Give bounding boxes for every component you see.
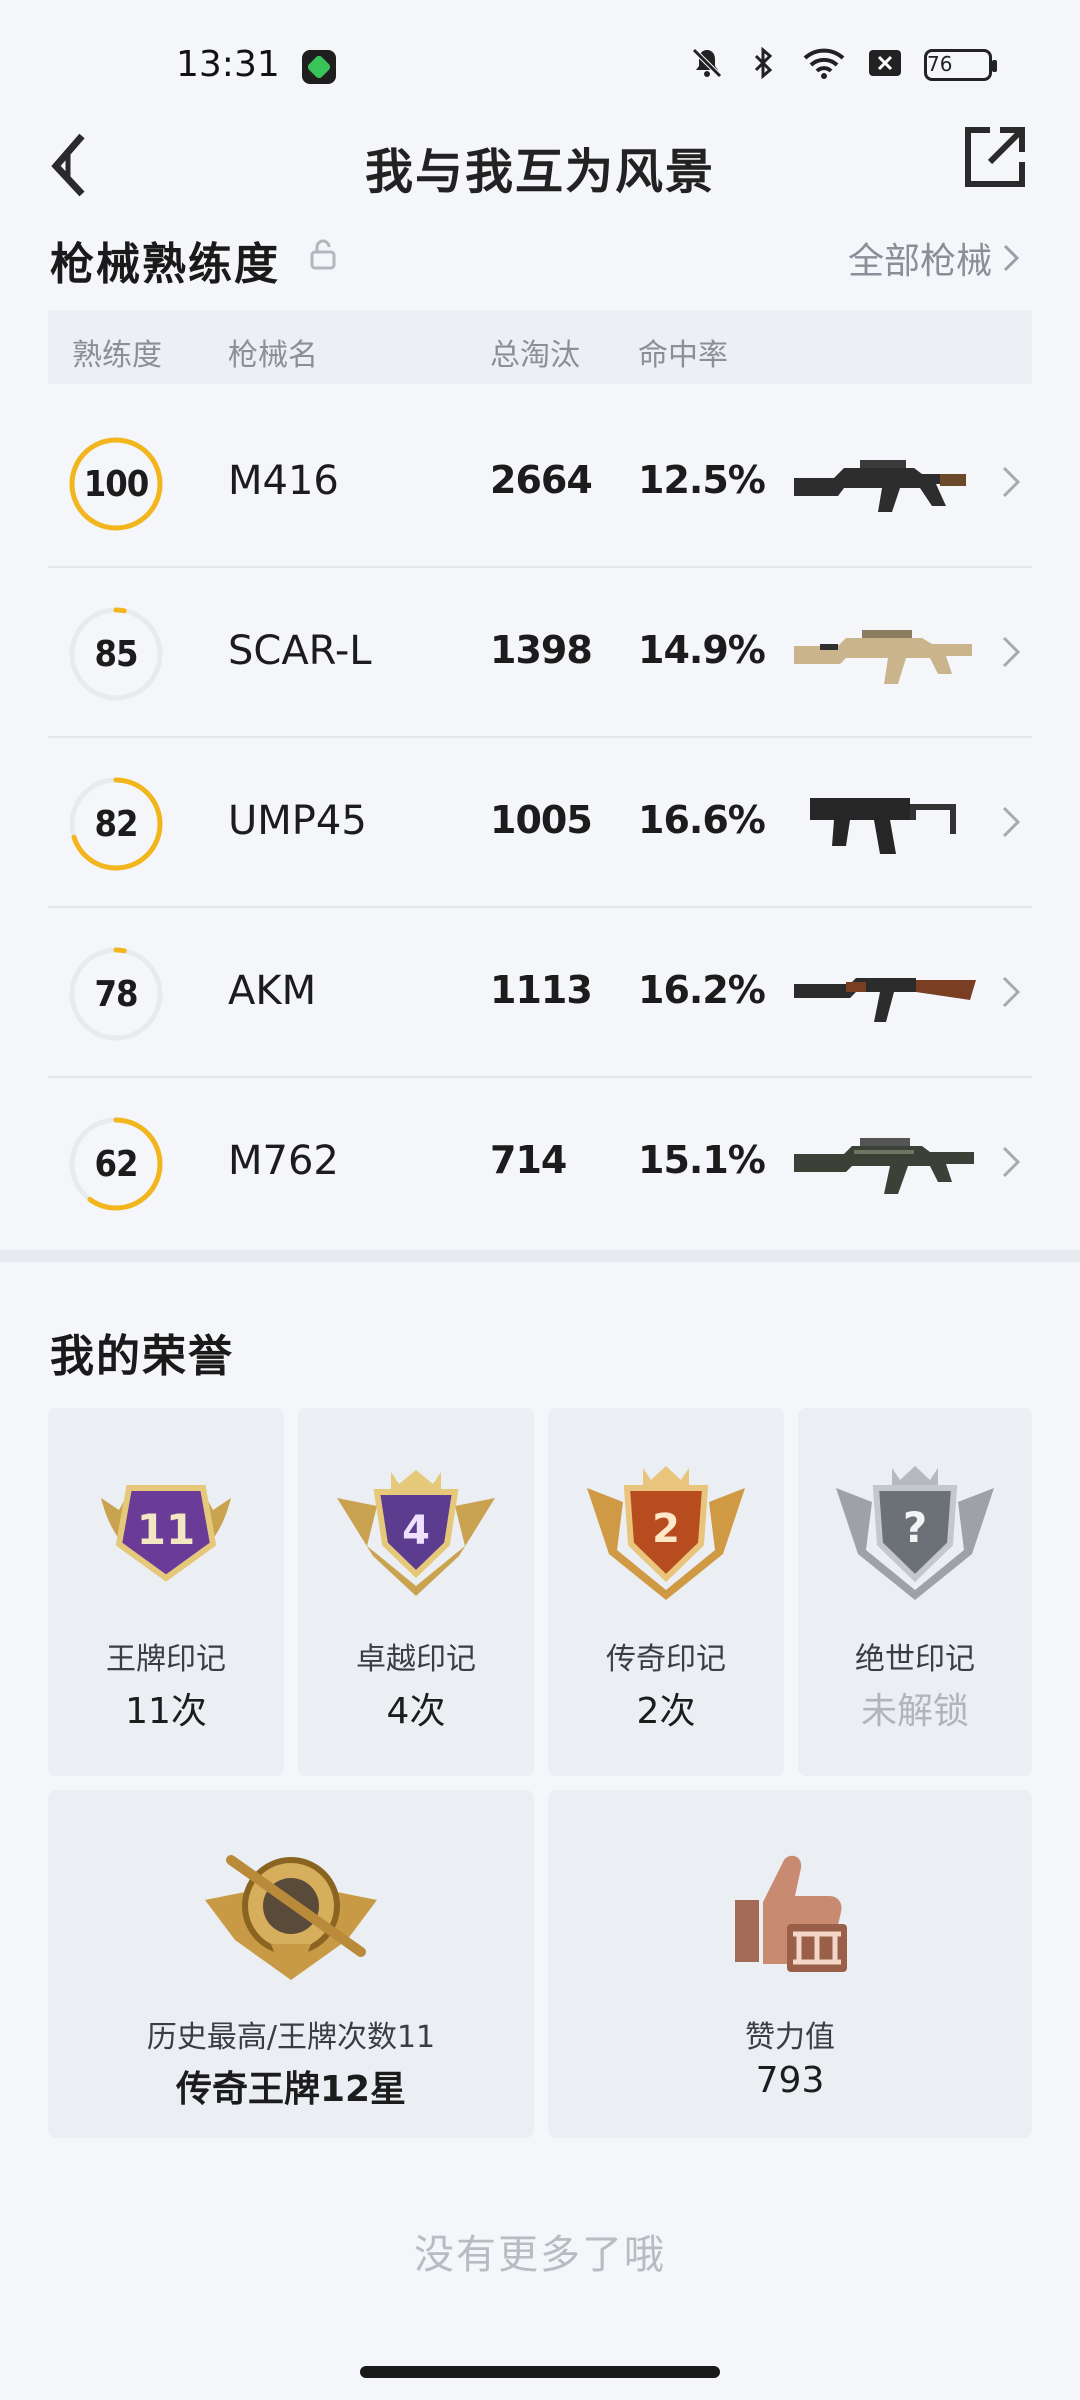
- m416-rifle-icon: [790, 442, 980, 522]
- excellence-medal-badge: 4: [402, 1508, 430, 1554]
- col-total-kills: 总淘汰: [490, 338, 580, 373]
- page-title: 我与我互为风景: [364, 144, 715, 200]
- weapon-name: M762: [228, 1138, 339, 1184]
- proficiency-value: 82: [94, 804, 138, 845]
- battery-icon: 76: [924, 49, 997, 81]
- medal-label: 传奇印记: [606, 1642, 726, 1677]
- weapon-hit-rate: 15.1%: [638, 1138, 766, 1182]
- weapon-table-header: 熟练度 枪械名 总淘汰 命中率: [48, 310, 1032, 384]
- weapon-name: UMP45: [228, 798, 367, 844]
- share-icon: [965, 127, 1025, 187]
- proficiency-value: 85: [94, 634, 138, 675]
- section-divider: [0, 1250, 1080, 1262]
- proficiency-value: 78: [94, 974, 138, 1015]
- weapon-kills: 1398: [490, 628, 593, 672]
- col-proficiency: 熟练度: [72, 338, 162, 373]
- status-time: 13:31: [176, 44, 280, 85]
- medal-count: 未解锁: [860, 1691, 969, 1732]
- scar-l-rifle-icon: [790, 612, 980, 692]
- my-honors-title: 我的荣誉: [50, 1331, 234, 1382]
- col-weapon-name: 枪械名: [228, 338, 318, 373]
- proficiency-ring: 85: [68, 606, 164, 702]
- weapon-kills: 714: [490, 1138, 567, 1182]
- ace-medal-icon: 11: [91, 1458, 241, 1598]
- ace-medal-card[interactable]: 11 王牌印记 11次: [48, 1408, 284, 1776]
- app-notification-icon: [302, 50, 336, 84]
- chevron-right-icon: [1002, 1146, 1021, 1178]
- medal-label: 卓越印记: [356, 1642, 476, 1677]
- proficiency-value: 100: [83, 464, 150, 505]
- akm-rifle-icon: [790, 952, 980, 1032]
- sim-off-icon: [868, 48, 902, 82]
- chevron-right-icon: [1003, 244, 1020, 272]
- legend-medal-icon: 2: [581, 1458, 751, 1608]
- weapon-hit-rate: 12.5%: [638, 458, 766, 502]
- share-button[interactable]: [960, 122, 1030, 192]
- weapon-kills: 1113: [490, 968, 593, 1012]
- chevron-right-icon: [1002, 806, 1021, 838]
- highest-rank-card[interactable]: 历史最高/王牌次数11 传奇王牌12星: [48, 1790, 534, 2138]
- highest-rank-label: 历史最高/王牌次数11: [146, 2020, 436, 2055]
- weapon-kills: 1005: [490, 798, 593, 842]
- peerless-medal-badge: ?: [903, 1503, 927, 1552]
- m762-rifle-icon: [790, 1122, 980, 1202]
- all-weapons-label: 全部枪械: [847, 241, 992, 282]
- weapon-row-ump45[interactable]: 82 UMP45 1005 16.6%: [48, 738, 1032, 908]
- proficiency-ring: 82: [68, 776, 164, 872]
- weapon-hit-rate: 16.6%: [638, 798, 766, 842]
- thumbs-up-icon: [725, 1840, 855, 1980]
- no-more-hint: 没有更多了哦: [414, 2232, 666, 2278]
- weapon-hit-rate: 14.9%: [638, 628, 766, 672]
- weapon-hit-rate: 16.2%: [638, 968, 766, 1012]
- medal-count: 2次: [636, 1691, 696, 1732]
- proficiency-ring: 100: [68, 436, 164, 532]
- status-bar: 13:31 76: [0, 0, 1080, 120]
- weapon-kills: 2664: [490, 458, 593, 502]
- medal-label: 王牌印记: [106, 1642, 226, 1677]
- excellence-medal-icon: 4: [331, 1458, 501, 1608]
- weapon-proficiency-title: 枪械熟练度: [50, 239, 280, 290]
- wifi-icon: [802, 46, 846, 84]
- chevron-right-icon: [1002, 636, 1021, 668]
- peerless-medal-locked-icon: ?: [830, 1458, 1000, 1608]
- weapon-name: SCAR-L: [228, 628, 372, 674]
- lock-icon: [308, 238, 338, 272]
- weapon-row-m762[interactable]: 62 M762 714 15.1%: [48, 1078, 1032, 1248]
- bluetooth-icon: [746, 46, 780, 84]
- weapon-row-scar-l[interactable]: 85 SCAR-L 1398 14.9%: [48, 568, 1032, 738]
- chevron-right-icon: [1002, 466, 1021, 498]
- chevron-right-icon: [1002, 976, 1021, 1008]
- proficiency-value: 62: [94, 1144, 138, 1185]
- col-hit-rate: 命中率: [638, 338, 728, 373]
- medal-label: 绝世印记: [855, 1642, 975, 1677]
- weapon-name: AKM: [228, 968, 317, 1014]
- highest-rank-value: 传奇王牌12星: [175, 2069, 407, 2110]
- weapon-row-m416[interactable]: 100 M416 2664 12.5%: [48, 398, 1032, 568]
- weapon-name: M416: [228, 458, 339, 504]
- proficiency-ring: 62: [68, 1116, 164, 1212]
- likes-label: 赞力值: [745, 2020, 835, 2055]
- legend-medal-card[interactable]: 2 传奇印记 2次: [548, 1408, 784, 1776]
- medal-count: 4次: [386, 1691, 446, 1732]
- weapon-row-akm[interactable]: 78 AKM 1113 16.2%: [48, 908, 1032, 1078]
- rank-emblem-icon: [201, 1840, 381, 1990]
- likes-card[interactable]: 赞力值 793: [548, 1790, 1032, 2138]
- mute-bell-icon: [690, 46, 724, 84]
- excellence-medal-card[interactable]: 4 卓越印记 4次: [298, 1408, 534, 1776]
- home-indicator[interactable]: [360, 2366, 720, 2378]
- ace-medal-badge: 11: [137, 1505, 195, 1554]
- ump45-smg-icon: [790, 782, 980, 862]
- all-weapons-link[interactable]: 全部枪械: [848, 232, 1020, 284]
- likes-value: 793: [755, 2060, 825, 2101]
- peerless-medal-card[interactable]: ? 绝世印记 未解锁: [798, 1408, 1032, 1776]
- medal-count: 11次: [125, 1691, 207, 1732]
- proficiency-ring: 78: [68, 946, 164, 1042]
- legend-medal-badge: 2: [652, 1506, 680, 1552]
